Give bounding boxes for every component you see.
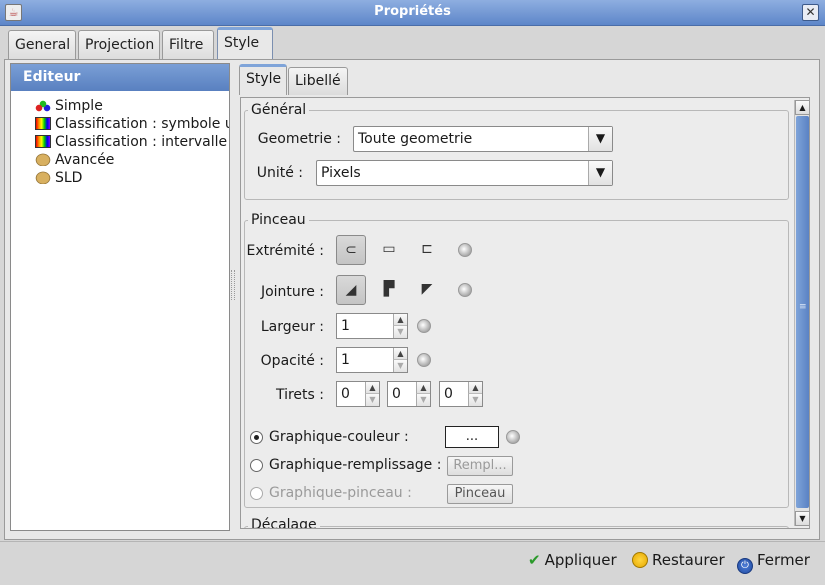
close-window-button[interactable]: ✕: [802, 4, 819, 21]
extremite-label: Extrémité :: [246, 243, 324, 259]
smiley-icon: [632, 552, 648, 568]
editor-item-avancee[interactable]: Avancée: [35, 151, 229, 169]
inner-tab-libelle[interactable]: Libellé: [288, 67, 348, 95]
tab-projection[interactable]: Projection: [78, 30, 160, 60]
geometry-label: Geometrie :: [257, 131, 341, 147]
reset-cap-icon[interactable]: [458, 243, 472, 257]
graphique-remplissage-label: Graphique-remplissage :: [269, 457, 442, 473]
power-icon: ⏻: [737, 558, 753, 574]
chevron-down-icon: ▼: [588, 127, 612, 151]
tab-general[interactable]: General: [8, 30, 76, 60]
decalage-group: [244, 526, 789, 528]
gradient-icon: [35, 117, 51, 130]
simple-style-icon: [35, 99, 51, 112]
remplissage-button[interactable]: Rempl...: [447, 456, 513, 476]
tirets-spinner-3[interactable]: 0 ▲ ▼: [439, 381, 483, 407]
pinceau-legend: Pinceau: [248, 212, 309, 228]
opacite-label: Opacité :: [260, 353, 324, 369]
palette-icon: [35, 153, 51, 166]
scroll-down-icon[interactable]: ▼: [795, 511, 810, 526]
spinner-down-icon[interactable]: ▼: [393, 326, 407, 338]
general-legend: Général: [248, 102, 310, 118]
graphique-couleur-radio[interactable]: [250, 431, 263, 444]
splitter-handle[interactable]: [231, 270, 235, 300]
style-scroll-area: Général Geometrie : Toute geometrie ▼ Un…: [240, 97, 810, 529]
editor-item-classification-symbole[interactable]: Classification : symbole u: [35, 115, 229, 133]
scroll-up-icon[interactable]: ▲: [795, 100, 810, 115]
chevron-down-icon: ▼: [588, 161, 612, 185]
cap-butt-button[interactable]: ⊂: [336, 235, 366, 265]
spinner-up-icon[interactable]: ▲: [416, 382, 430, 394]
tab-style[interactable]: Style: [217, 27, 273, 60]
tirets-spinner-2[interactable]: 0 ▲ ▼: [387, 381, 431, 407]
join-round-button[interactable]: ◢: [336, 275, 366, 305]
editor-header: Editeur: [11, 64, 229, 91]
cap-square-button[interactable]: ⊏: [412, 235, 442, 265]
graphique-remplissage-radio[interactable]: [250, 459, 263, 472]
spinner-up-icon[interactable]: ▲: [365, 382, 379, 394]
graphique-couleur-label: Graphique-couleur :: [269, 429, 409, 445]
graphique-pinceau-radio[interactable]: [250, 487, 263, 500]
unit-label: Unité :: [256, 165, 303, 181]
vertical-scrollbar[interactable]: ▲ ≡ ▼: [794, 100, 810, 526]
spinner-down-icon[interactable]: ▼: [468, 394, 482, 406]
inner-tab-style[interactable]: Style: [239, 64, 287, 95]
color-picker-button[interactable]: ...: [445, 426, 499, 448]
largeur-spinner[interactable]: 1 ▲ ▼: [336, 313, 408, 339]
cap-round-button[interactable]: ▭: [374, 235, 404, 265]
restore-button[interactable]: Restaurer: [632, 551, 725, 569]
spinner-up-icon[interactable]: ▲: [393, 314, 407, 326]
title-bar: ☕ Propriétés ✕: [0, 0, 825, 26]
reset-join-icon[interactable]: [458, 283, 472, 297]
largeur-label: Largeur :: [260, 319, 324, 335]
graphique-pinceau-label: Graphique-pinceau :: [269, 485, 412, 501]
editor-item-simple[interactable]: Simple: [35, 97, 229, 115]
palette-icon: [35, 171, 51, 184]
tirets-spinner-1[interactable]: 0 ▲ ▼: [336, 381, 380, 407]
pinceau-button[interactable]: Pinceau: [447, 484, 513, 504]
apply-button[interactable]: ✔ Appliquer: [528, 551, 617, 569]
jointure-label: Jointure :: [260, 284, 324, 300]
reset-largeur-icon[interactable]: [417, 319, 431, 333]
general-group: [244, 110, 789, 200]
geometry-select[interactable]: Toute geometrie ▼: [353, 126, 613, 152]
tab-filtre[interactable]: Filtre: [162, 30, 214, 60]
spinner-down-icon[interactable]: ▼: [416, 394, 430, 406]
scrollbar-thumb[interactable]: ≡: [796, 116, 809, 508]
check-icon: ✔: [528, 551, 541, 569]
gradient-icon: [35, 135, 51, 148]
unit-select[interactable]: Pixels ▼: [316, 160, 613, 186]
spinner-down-icon[interactable]: ▼: [393, 360, 407, 372]
close-button[interactable]: ⏻ Fermer: [737, 551, 810, 574]
window-title: Propriétés: [374, 4, 451, 19]
spinner-down-icon[interactable]: ▼: [365, 394, 379, 406]
decalage-legend: Décalage: [248, 517, 320, 528]
editor-item-sld[interactable]: SLD: [35, 169, 229, 187]
join-miter-button[interactable]: ▛: [374, 275, 404, 305]
editor-item-classification-intervalle[interactable]: Classification : intervalle: [35, 133, 229, 151]
reset-couleur-icon[interactable]: [506, 430, 520, 444]
reset-opacite-icon[interactable]: [417, 353, 431, 367]
footer-divider: [0, 541, 825, 542]
spinner-up-icon[interactable]: ▲: [393, 348, 407, 360]
spinner-up-icon[interactable]: ▲: [468, 382, 482, 394]
editor-list: Editeur Simple Classification : symbole …: [10, 63, 230, 531]
opacite-spinner[interactable]: 1 ▲ ▼: [336, 347, 408, 373]
tirets-label: Tirets :: [275, 387, 324, 403]
join-bevel-button[interactable]: ◤: [412, 275, 442, 305]
